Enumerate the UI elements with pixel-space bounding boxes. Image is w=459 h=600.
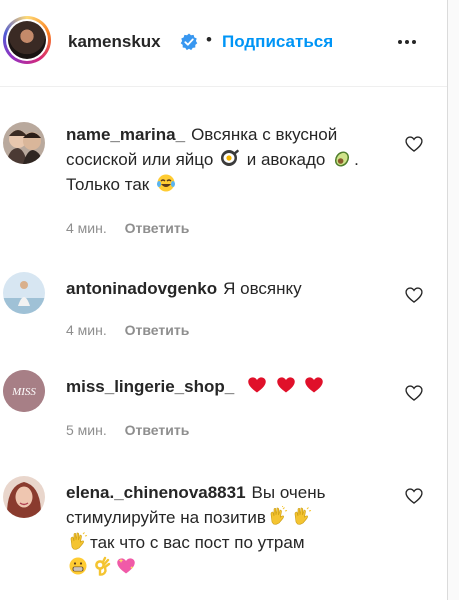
tears-of-joy-emoji-icon	[156, 173, 176, 193]
red-heart-emoji-icon	[304, 375, 324, 395]
comment-time: 4 мин.	[66, 220, 107, 236]
page-gutter	[448, 0, 459, 600]
verified-badge-icon	[180, 33, 198, 51]
more-options-icon[interactable]	[395, 30, 419, 54]
commenter-username[interactable]: miss_lingerie_shop_	[66, 377, 234, 396]
comment-body: Я овсянку	[223, 279, 302, 298]
author-avatar[interactable]	[3, 16, 51, 64]
clapping-hands-emoji-icon	[68, 531, 88, 551]
commenter-username[interactable]: elena._chinenova8831	[66, 483, 246, 502]
commenter-username[interactable]: antoninadovgenko	[66, 279, 217, 298]
clapping-hands-emoji-icon	[268, 506, 288, 526]
sparkling-heart-emoji-icon	[116, 556, 136, 576]
follow-button[interactable]: Подписаться	[222, 32, 333, 52]
comment-time: 5 мин.	[66, 422, 107, 438]
commenter-avatar[interactable]: MISS	[3, 370, 45, 412]
commenter-avatar[interactable]	[3, 476, 45, 518]
post-header: kamenskux • Подписаться	[0, 0, 447, 87]
red-heart-emoji-icon	[247, 375, 267, 395]
commenter-avatar[interactable]	[3, 122, 45, 164]
comment-text: miss_lingerie_shop_	[66, 374, 386, 399]
like-heart-icon[interactable]	[404, 285, 424, 305]
separator-dot: •	[206, 30, 212, 49]
comment-text: elena._chinenova8831 Вы очень стимулируйт…	[66, 480, 386, 580]
comments-panel: kamenskux • Подписаться name_marina_ Овс…	[0, 0, 448, 600]
like-heart-icon[interactable]	[404, 486, 424, 506]
comment-meta: 4 мин. Ответить	[66, 322, 189, 338]
comment-body: так что с вас пост по утрам	[90, 533, 305, 552]
clapping-hands-emoji-icon	[292, 506, 312, 526]
reply-button[interactable]: Ответить	[125, 220, 190, 236]
commenter-username[interactable]: name_marina_	[66, 125, 185, 144]
red-heart-emoji-icon	[276, 375, 296, 395]
comment-body: и авокадо	[246, 150, 326, 169]
comment-meta: 5 мин. Ответить	[66, 422, 189, 438]
comment-text: name_marina_ Овсянка с вкусной сосиской и…	[66, 122, 386, 197]
author-avatar-image	[8, 21, 46, 59]
avocado-emoji-icon	[332, 148, 352, 168]
commenter-avatar[interactable]	[3, 272, 45, 314]
ok-hand-emoji-icon	[92, 556, 112, 576]
reply-button[interactable]: Ответить	[125, 322, 190, 338]
like-heart-icon[interactable]	[404, 134, 424, 154]
like-heart-icon[interactable]	[404, 383, 424, 403]
grimacing-face-emoji-icon	[68, 556, 88, 576]
comment-text: antoninadovgenko Я овсянку	[66, 276, 386, 301]
comment-meta: 4 мин. Ответить	[66, 220, 189, 236]
author-username[interactable]: kamenskux	[68, 32, 161, 52]
svg-text:MISS: MISS	[11, 386, 36, 398]
fried-egg-emoji-icon	[220, 148, 240, 168]
comment-time: 4 мин.	[66, 322, 107, 338]
reply-button[interactable]: Ответить	[125, 422, 190, 438]
